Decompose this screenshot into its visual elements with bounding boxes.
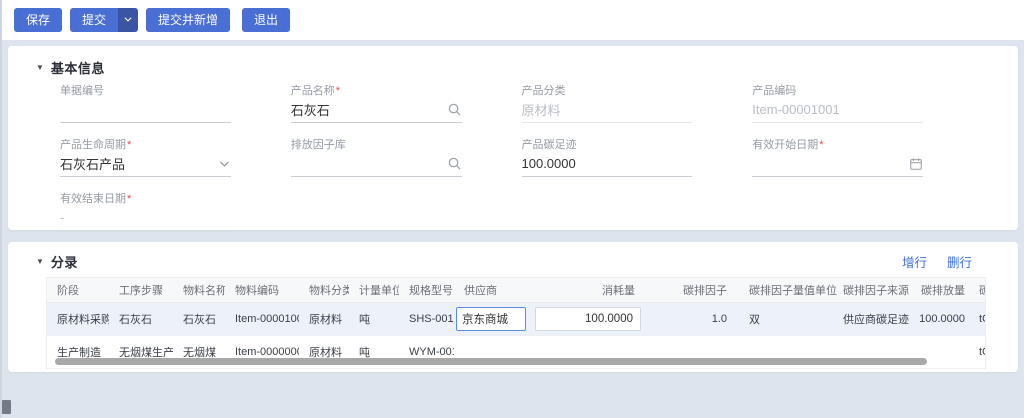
consumption-input[interactable] <box>535 307 641 331</box>
field-product-category: 产品分类 原材料 <box>521 82 693 123</box>
cell-carbon-factor-unit[interactable]: 双 <box>735 311 839 327</box>
horizontal-scrollbar-thumb[interactable] <box>55 358 927 365</box>
cell-spec-model[interactable]: WYM-001 <box>399 346 454 358</box>
field-emission-factor-library: 排放因子库 <box>290 136 462 177</box>
cell-process-step[interactable]: 石灰石 <box>109 311 173 327</box>
collapse-arrow-icon[interactable]: ▼ <box>36 257 44 266</box>
field-label: 产品名称 <box>291 82 462 97</box>
add-row-button[interactable]: 增行 <box>902 252 927 271</box>
cell-consumption <box>531 307 643 331</box>
column-header: 碳排因子量值单位 <box>749 285 837 297</box>
cell-carbon-emission-unit[interactable]: tCO2e <box>969 313 985 325</box>
cell-carbon-emission-unit[interactable]: tCO2e <box>969 346 985 358</box>
table-row[interactable]: 原材料采购 石灰石 石灰石 Item-00001001 原材料 吨 SHS-00… <box>47 303 985 336</box>
basic-info-section-head: ▼ 基本信息 <box>36 56 923 78</box>
cell-material-code[interactable]: Item-00001001 <box>225 313 299 325</box>
collapse-arrow-icon[interactable]: ▼ <box>36 63 44 72</box>
product-carbon-footprint-input[interactable]: 100.0000 <box>521 151 693 177</box>
field-product-code: 产品编码 Item-00001001 <box>752 82 923 123</box>
cell-unit[interactable]: 吨 <box>349 311 399 327</box>
exit-button[interactable]: 退出 <box>242 8 291 32</box>
column-header: 物料分类 <box>309 285 349 297</box>
column-header: 碳排放量单位 <box>969 282 985 298</box>
field-label: 有效开始日期 <box>752 136 923 151</box>
column-header: 物料名称 <box>183 285 225 297</box>
cell-carbon-emission[interactable]: 100.0000 <box>917 313 969 325</box>
submit-split-button: 提交 <box>70 8 139 32</box>
field-label: 单据编号 <box>60 85 104 97</box>
cell-carbon-factor[interactable]: 1.0 <box>643 313 735 325</box>
column-header: 碳排放量 <box>921 285 965 297</box>
submit-and-new-button[interactable]: 提交并新增 <box>146 8 231 32</box>
field-product-carbon-footprint: 产品碳足迹 100.0000 <box>521 136 693 177</box>
field-label: 产品分类 <box>521 85 566 97</box>
field-label: 产品编码 <box>752 85 797 97</box>
section-title: 分录 <box>50 254 78 270</box>
product-code-input: Item-00001001 <box>752 97 923 123</box>
cell-material-code[interactable]: Item-00000001 <box>225 346 299 358</box>
field-product-name: 产品名称 石灰石 <box>290 82 462 123</box>
product-lifecycle-select[interactable]: 石灰石产品 <box>60 151 231 177</box>
scroll-nub <box>2 400 11 414</box>
cell-supplier <box>454 307 531 331</box>
cell-stage[interactable]: 原材料采购 <box>47 311 109 327</box>
calendar-icon[interactable] <box>909 157 923 171</box>
column-header: 消耗量 <box>602 285 635 297</box>
basic-info-card: ▼ 基本信息 单据编号 产品名称 石灰石 产品分类 <box>8 46 1018 231</box>
save-button[interactable]: 保存 <box>14 8 63 32</box>
column-header: 规格型号 <box>409 285 453 297</box>
field-label: 产品生命周期 <box>60 136 231 151</box>
submit-dropdown-toggle[interactable] <box>118 8 139 32</box>
field-document-number: 单据编号 <box>60 82 231 123</box>
field-label: 排放因子库 <box>290 139 346 151</box>
product-name-input[interactable]: 石灰石 <box>290 97 462 123</box>
valid-start-date-input[interactable] <box>752 151 923 177</box>
page-content: ▼ 基本信息 单据编号 产品名称 石灰石 产品分类 <box>2 40 1024 372</box>
emission-factor-library-input[interactable] <box>290 151 462 177</box>
column-header: 阶段 <box>57 285 79 297</box>
field-valid-end-date: 有效结束日期 - <box>60 190 231 231</box>
cell-material-name[interactable]: 石灰石 <box>173 311 225 327</box>
column-header: 碳排因子来源 <box>843 285 909 297</box>
entries-table: 阶段 工序步骤 物料名称 物料编码 物料分类 计量单位 规格型号 供应商 消耗量… <box>46 277 986 369</box>
entries-card: ▼ 分录 增行 删行 阶段 工序步骤 物料名称 物料编码 物料分类 计量单位 规… <box>8 242 1018 372</box>
column-header: 物料编码 <box>235 285 279 297</box>
table-header-row: 阶段 工序步骤 物料名称 物料编码 物料分类 计量单位 规格型号 供应商 消耗量… <box>47 278 985 303</box>
column-header: 碳排因子 <box>683 285 727 297</box>
column-header: 工序步骤 <box>119 285 163 297</box>
cell-carbon-factor-source[interactable]: 供应商碳足迹 <box>839 311 917 327</box>
search-icon[interactable] <box>447 156 462 171</box>
chevron-down-icon <box>123 11 133 29</box>
section-title: 基本信息 <box>50 60 105 76</box>
entries-section-head: ▼ 分录 增行 删行 <box>8 249 1018 273</box>
search-icon[interactable] <box>447 102 462 117</box>
delete-row-button[interactable]: 删行 <box>947 252 972 271</box>
horizontal-scrollbar <box>50 358 990 365</box>
field-valid-start-date: 有效开始日期 <box>752 136 923 177</box>
document-number-input[interactable] <box>60 97 231 123</box>
column-header: 供应商 <box>464 285 497 297</box>
cell-spec-model[interactable]: SHS-001 <box>399 313 454 325</box>
column-header: 计量单位 <box>359 285 399 297</box>
supplier-input[interactable] <box>456 307 526 331</box>
field-label: 产品碳足迹 <box>521 139 577 151</box>
field-label: 有效结束日期 <box>60 190 231 205</box>
cell-material-category[interactable]: 原材料 <box>299 311 349 327</box>
field-product-lifecycle: 产品生命周期 石灰石产品 <box>60 136 231 177</box>
basic-info-form: 单据编号 产品名称 石灰石 产品分类 原材料 <box>60 82 923 231</box>
toolbar: 保存 提交 提交并新增 退出 <box>2 0 1024 40</box>
submit-button[interactable]: 提交 <box>70 8 119 32</box>
product-category-input: 原材料 <box>521 97 693 123</box>
chevron-down-icon[interactable] <box>218 157 231 170</box>
valid-end-date-input: - <box>60 205 231 231</box>
